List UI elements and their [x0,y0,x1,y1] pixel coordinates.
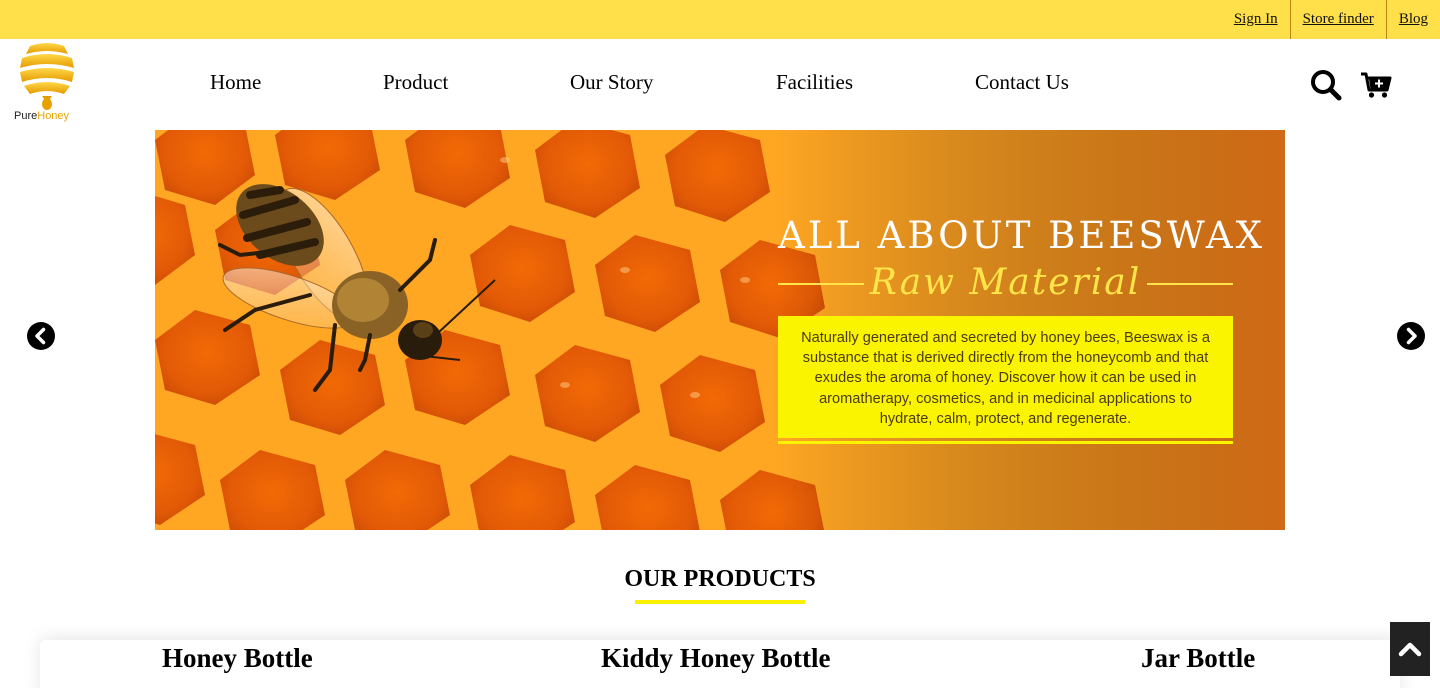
hero-description-underline [778,441,1233,444]
hero-title: ALL ABOUT BEESWAX [778,214,1265,257]
slider-next-button[interactable] [1397,322,1425,350]
brand-name-part1: Pure [14,110,38,122]
hero-banner: ALL ABOUT BEESWAX Raw Material Naturally… [155,130,1285,530]
back-to-top-button[interactable] [1390,622,1430,676]
brand-wordmark: PureHoney [14,110,69,122]
nav-item-our-story[interactable]: Our Story [570,70,653,95]
hero-description: Naturally generated and secreted by hone… [778,316,1233,438]
products-section-title: OUR PRODUCTS [624,566,816,592]
search-button[interactable] [1309,68,1343,102]
products-title-underline [635,600,805,604]
hero-subtitle-rule-right [1147,283,1233,285]
chevron-left-circle-icon [27,322,55,350]
nav-item-contact-us[interactable]: Contact Us [975,70,1069,95]
product-name-jar-bottle[interactable]: Jar Bottle [1141,643,1255,674]
nav-item-home[interactable]: Home [210,70,261,95]
slider-prev-button[interactable] [27,322,55,350]
blog-link[interactable]: Blog [1385,0,1440,39]
hero-subtitle-row: Raw Material [778,262,1233,304]
top-links: Sign In Store finder Blog [1222,0,1440,39]
nav-item-product[interactable]: Product [383,70,448,95]
chevron-right-circle-icon [1397,322,1425,350]
top-bar: Sign In Store finder Blog [0,0,1440,39]
product-name-honey-bottle[interactable]: Honey Bottle [162,643,313,674]
nav-item-facilities[interactable]: Facilities [776,70,853,95]
sign-in-link[interactable]: Sign In [1222,0,1290,39]
product-name-kiddy-honey-bottle[interactable]: Kiddy Honey Bottle [601,643,831,674]
brand-name-part2: Honey [37,110,70,122]
search-icon [1311,70,1342,101]
cart-add-icon [1361,72,1392,98]
main-nav: Home Product Our Story Facilities Contac… [0,70,1440,100]
store-finder-link[interactable]: Store finder [1289,0,1386,39]
chevron-up-icon [1398,642,1422,657]
cart-button[interactable] [1359,68,1393,102]
